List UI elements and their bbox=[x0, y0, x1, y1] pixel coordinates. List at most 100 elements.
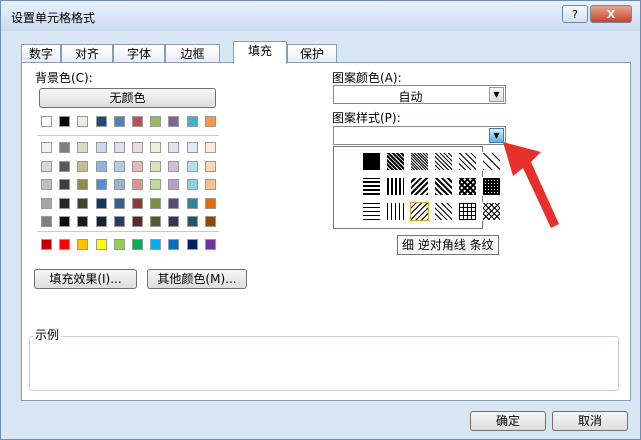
color-swatch[interactable] bbox=[77, 116, 89, 127]
color-swatch[interactable] bbox=[186, 179, 198, 190]
no-color-button[interactable]: 无颜色 bbox=[39, 88, 216, 108]
color-swatch[interactable] bbox=[204, 216, 216, 227]
pattern-option-12-gray[interactable] bbox=[458, 152, 477, 171]
pattern-option-reverse-diagonal-thin[interactable] bbox=[410, 202, 429, 221]
tab-number[interactable]: 数字 bbox=[21, 44, 61, 63]
pattern-style-select[interactable]: ▼ bbox=[333, 126, 506, 145]
close-button[interactable]: X bbox=[590, 5, 632, 23]
color-swatch[interactable] bbox=[186, 142, 198, 153]
pattern-option-thick-crosshatch[interactable] bbox=[482, 177, 501, 196]
color-swatch[interactable] bbox=[113, 179, 125, 190]
color-swatch[interactable] bbox=[41, 142, 52, 153]
color-swatch[interactable] bbox=[132, 179, 143, 190]
color-swatch[interactable] bbox=[95, 116, 107, 127]
color-swatch[interactable] bbox=[41, 179, 52, 190]
fill-effects-button[interactable]: 填充效果(I)... bbox=[34, 269, 137, 289]
pattern-option-diagonal-crosshatch-thin[interactable] bbox=[482, 202, 501, 221]
color-swatch[interactable] bbox=[168, 216, 180, 227]
color-swatch[interactable] bbox=[132, 216, 143, 227]
color-swatch[interactable] bbox=[59, 142, 71, 153]
help-button[interactable]: ? bbox=[562, 5, 588, 23]
pattern-option-horizontal-thin[interactable] bbox=[362, 202, 381, 221]
color-swatch[interactable] bbox=[168, 160, 180, 172]
color-swatch[interactable] bbox=[186, 116, 198, 127]
color-swatch[interactable] bbox=[150, 142, 162, 153]
color-swatch[interactable] bbox=[95, 160, 107, 172]
color-swatch[interactable] bbox=[204, 116, 216, 127]
chevron-down-icon[interactable]: ▼ bbox=[489, 87, 504, 102]
pattern-option-50-gray[interactable] bbox=[410, 152, 429, 171]
color-swatch[interactable] bbox=[59, 216, 71, 227]
pattern-option-diagonal-thin[interactable] bbox=[434, 202, 453, 221]
color-swatch[interactable] bbox=[113, 216, 125, 227]
color-swatch[interactable] bbox=[186, 239, 198, 250]
color-swatch[interactable] bbox=[59, 197, 71, 209]
color-swatch[interactable] bbox=[41, 239, 52, 250]
color-swatch[interactable] bbox=[95, 197, 107, 209]
color-swatch[interactable] bbox=[95, 239, 107, 250]
color-swatch[interactable] bbox=[132, 142, 143, 153]
pattern-option-25-gray[interactable] bbox=[434, 152, 453, 171]
color-swatch[interactable] bbox=[186, 160, 198, 172]
pattern-color-select[interactable]: 自动 ▼ bbox=[333, 85, 506, 104]
color-swatch[interactable] bbox=[41, 160, 52, 172]
color-swatch[interactable] bbox=[59, 116, 71, 127]
pattern-option-solid[interactable] bbox=[362, 152, 381, 171]
color-swatch[interactable] bbox=[132, 116, 143, 127]
pattern-option-75-gray[interactable] bbox=[386, 152, 405, 171]
color-swatch[interactable] bbox=[113, 160, 125, 172]
color-swatch[interactable] bbox=[95, 179, 107, 190]
color-swatch[interactable] bbox=[168, 239, 180, 250]
color-swatch[interactable] bbox=[204, 160, 216, 172]
color-swatch[interactable] bbox=[150, 116, 162, 127]
color-swatch[interactable] bbox=[168, 179, 180, 190]
pattern-option-vertical-thin[interactable] bbox=[386, 202, 405, 221]
color-swatch[interactable] bbox=[150, 239, 162, 250]
pattern-option-horizontal-thick[interactable] bbox=[362, 177, 381, 196]
color-swatch[interactable] bbox=[132, 197, 143, 209]
color-swatch[interactable] bbox=[186, 197, 198, 209]
color-swatch[interactable] bbox=[150, 179, 162, 190]
color-swatch[interactable] bbox=[113, 116, 125, 127]
pattern-option-vertical-thick[interactable] bbox=[386, 177, 405, 196]
tab-fill[interactable]: 填充 bbox=[233, 41, 287, 64]
color-swatch[interactable] bbox=[204, 197, 216, 209]
color-swatch[interactable] bbox=[59, 179, 71, 190]
color-swatch[interactable] bbox=[59, 239, 71, 250]
title-bar[interactable]: 设置单元格格式 ? X bbox=[1, 1, 640, 31]
color-swatch[interactable] bbox=[113, 197, 125, 209]
color-swatch[interactable] bbox=[77, 216, 89, 227]
color-swatch[interactable] bbox=[41, 116, 52, 127]
color-swatch[interactable] bbox=[77, 197, 89, 209]
more-colors-button[interactable]: 其他颜色(M)... bbox=[147, 269, 247, 289]
color-swatch[interactable] bbox=[168, 142, 180, 153]
pattern-option-diagonal-thick[interactable] bbox=[434, 177, 453, 196]
color-swatch[interactable] bbox=[150, 197, 162, 209]
color-swatch[interactable] bbox=[204, 179, 216, 190]
color-swatch[interactable] bbox=[168, 197, 180, 209]
color-swatch[interactable] bbox=[113, 239, 125, 250]
color-swatch[interactable] bbox=[132, 160, 143, 172]
pattern-option-crosshatch-thin[interactable] bbox=[458, 202, 477, 221]
pattern-option-reverse-diagonal-thick[interactable] bbox=[410, 177, 429, 196]
color-swatch[interactable] bbox=[41, 197, 52, 209]
color-swatch[interactable] bbox=[41, 216, 52, 227]
cancel-button[interactable]: 取消 bbox=[552, 411, 628, 431]
color-swatch[interactable] bbox=[95, 216, 107, 227]
tab-font[interactable]: 字体 bbox=[113, 44, 165, 63]
color-swatch[interactable] bbox=[150, 216, 162, 227]
tab-protection[interactable]: 保护 bbox=[287, 44, 337, 63]
color-swatch[interactable] bbox=[113, 142, 125, 153]
color-swatch[interactable] bbox=[77, 142, 89, 153]
color-swatch[interactable] bbox=[204, 239, 216, 250]
color-swatch[interactable] bbox=[95, 142, 107, 153]
color-swatch[interactable] bbox=[132, 239, 143, 250]
color-swatch[interactable] bbox=[77, 160, 89, 172]
tab-border[interactable]: 边框 bbox=[165, 44, 220, 63]
color-swatch[interactable] bbox=[186, 216, 198, 227]
pattern-option-diagonal-crosshatch[interactable] bbox=[458, 177, 477, 196]
color-swatch[interactable] bbox=[204, 142, 216, 153]
color-swatch[interactable] bbox=[150, 160, 162, 172]
tab-alignment[interactable]: 对齐 bbox=[61, 44, 113, 63]
color-swatch[interactable] bbox=[77, 239, 89, 250]
